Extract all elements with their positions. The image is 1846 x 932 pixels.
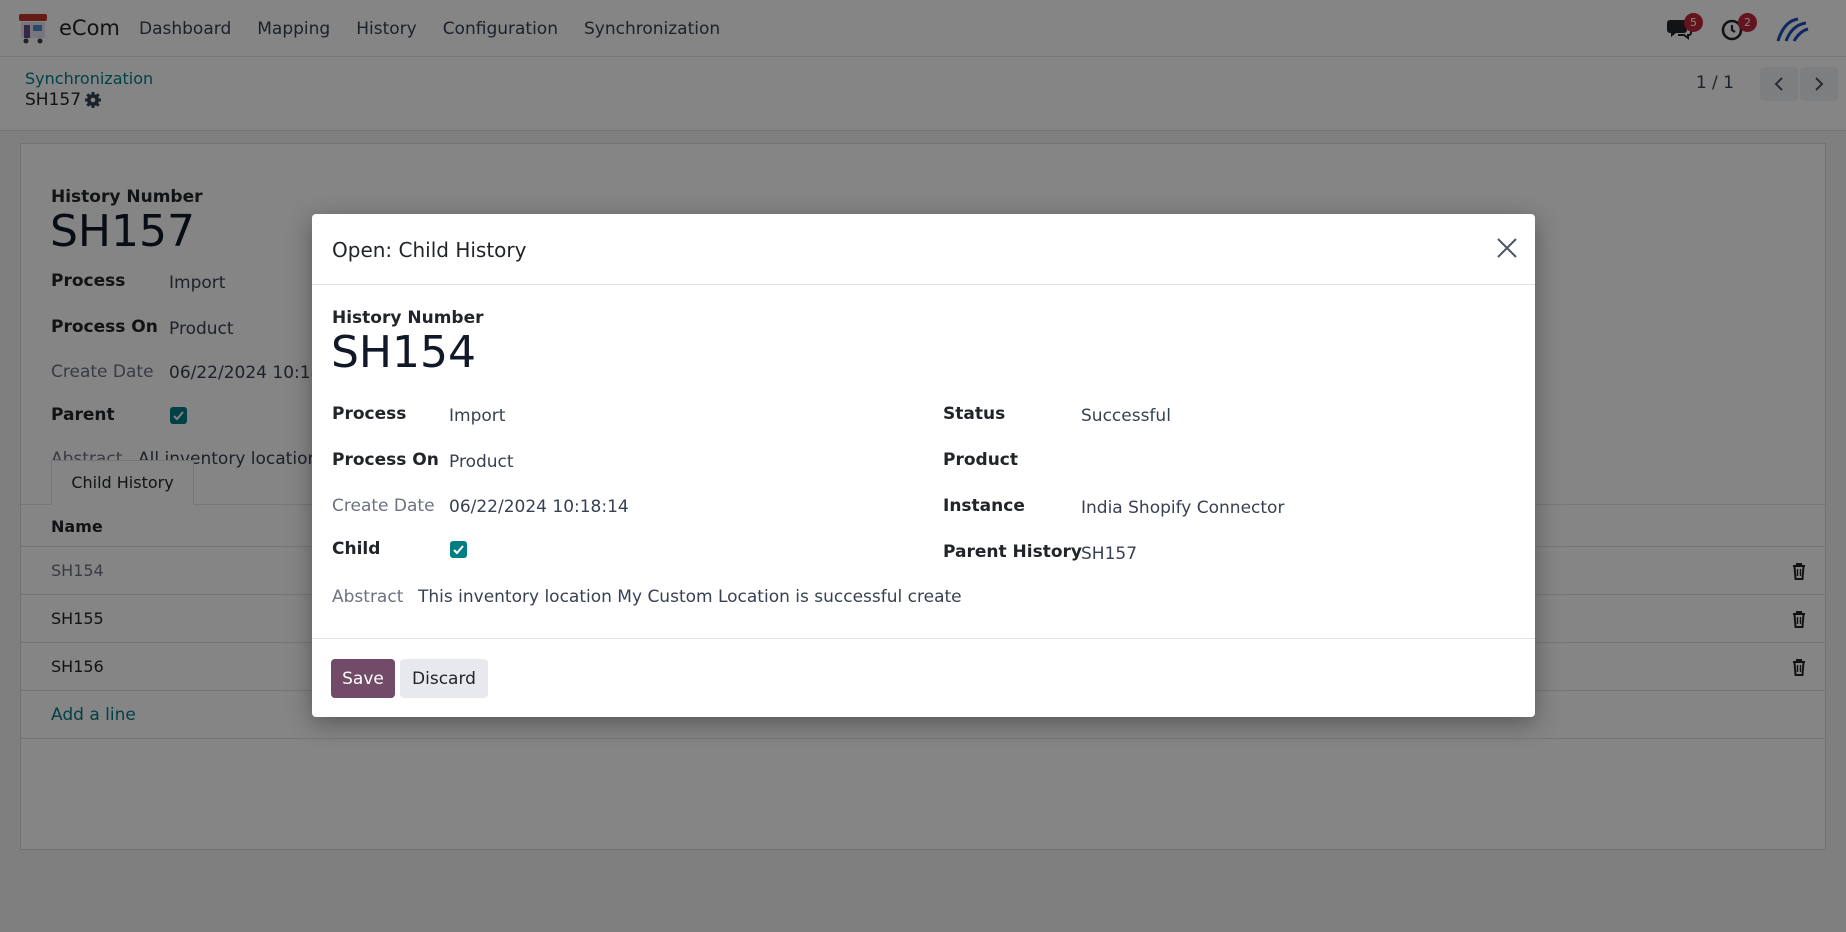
- dialog-child-checkbox[interactable]: [450, 541, 467, 558]
- dialog-instance-value[interactable]: India Shopify Connector: [1081, 498, 1284, 518]
- dialog-header: Open: Child History: [312, 214, 1535, 285]
- dialog-abstract-label: Abstract: [332, 587, 404, 607]
- dialog-child-label: Child: [332, 539, 381, 559]
- dialog-process-on-value[interactable]: Product: [449, 452, 514, 472]
- dialog-parent-history-value[interactable]: SH157: [1081, 544, 1137, 564]
- dialog-status-value[interactable]: Successful: [1081, 406, 1171, 426]
- dialog-footer: Save Discard: [312, 638, 1535, 717]
- dialog-create-date-label: Create Date: [332, 496, 435, 516]
- dialog-title: Open: Child History: [332, 238, 527, 262]
- dialog-process-label: Process: [332, 404, 407, 424]
- check-icon: [453, 545, 464, 555]
- dialog-history-number-label: History Number: [332, 308, 484, 328]
- dialog-process-value[interactable]: Import: [449, 406, 505, 426]
- dialog-instance-label: Instance: [943, 496, 1025, 516]
- child-history-dialog: Open: Child History History Number SH154…: [312, 214, 1535, 717]
- dialog-process-on-label: Process On: [332, 450, 439, 470]
- close-icon[interactable]: [1496, 237, 1518, 259]
- dialog-product-label: Product: [943, 450, 1018, 470]
- dialog-parent-history-label: Parent History: [943, 542, 1082, 562]
- dialog-abstract-value: This inventory location My Custom Locati…: [418, 587, 962, 607]
- discard-button[interactable]: Discard: [400, 659, 488, 698]
- dialog-status-label: Status: [943, 404, 1006, 424]
- dialog-create-date-value: 06/22/2024 10:18:14: [449, 497, 629, 517]
- dialog-history-number-value[interactable]: SH154: [331, 327, 476, 378]
- save-button[interactable]: Save: [331, 659, 395, 698]
